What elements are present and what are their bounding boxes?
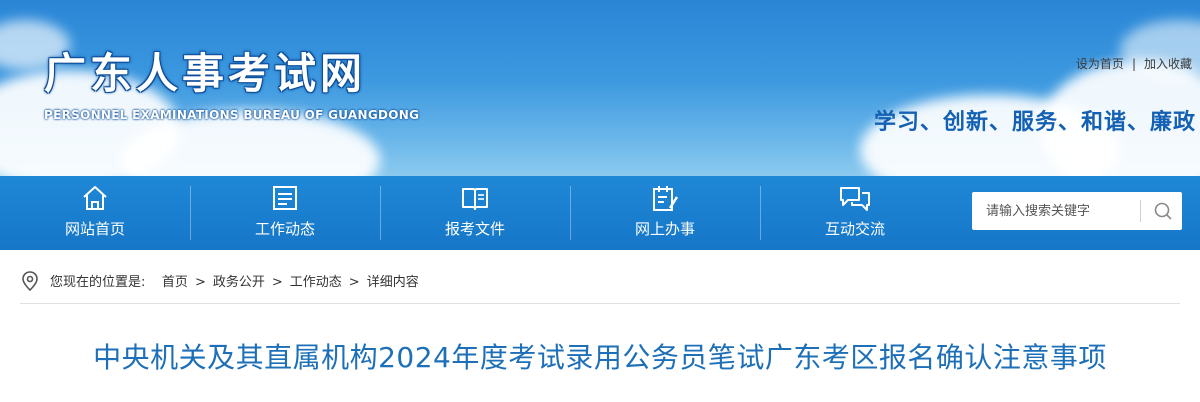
breadcrumb-item-home[interactable]: 首页 [162, 275, 188, 290]
breadcrumb-divider [20, 303, 1180, 304]
set-homepage-link[interactable]: 设为首页 [1076, 57, 1124, 71]
news-icon [273, 186, 297, 210]
nav-item-label: 网站首页 [64, 220, 125, 238]
nav-item-label: 互动交流 [824, 220, 885, 238]
nav-item-work-news[interactable]: 工作动态 [190, 176, 380, 250]
breadcrumb-item-current: 详细内容 [366, 275, 419, 290]
breadcrumb-separator: > [194, 275, 206, 290]
main-nav: 网站首页 工作动态 报考文件 网上办事 互动交流 请输入搜索关键字 [0, 176, 1200, 250]
breadcrumb-item-public-affairs[interactable]: 政务公开 [213, 275, 265, 290]
slogan: 学习、创新、服务、和谐、廉政 [873, 110, 1196, 135]
nav-item-label: 网上办事 [634, 220, 695, 238]
add-favorite-link[interactable]: 加入收藏 [1144, 57, 1192, 71]
breadcrumb-prefix: 您现在的位置是: [50, 275, 146, 290]
search-button[interactable] [1144, 192, 1182, 230]
home-icon [83, 186, 107, 210]
nav-item-online-services[interactable]: 网上办事 [570, 176, 760, 250]
breadcrumb-separator: > [348, 275, 360, 290]
search-icon [1154, 202, 1172, 220]
search-input[interactable] [972, 192, 1146, 230]
header-banner: 广东人事考试网 PERSONNEL EXAMINATIONS BUREAU OF… [0, 0, 1200, 176]
nav-item-home[interactable]: 网站首页 [0, 176, 190, 250]
chat-icon [840, 187, 870, 211]
breadcrumb-item-work-news[interactable]: 工作动态 [290, 275, 342, 290]
top-links: 设为首页 | 加入收藏 [1076, 55, 1192, 72]
location-pin-icon [22, 271, 38, 292]
nav-item-label: 报考文件 [444, 220, 505, 238]
top-links-separator: | [1131, 57, 1136, 71]
breadcrumb-separator: > [271, 275, 283, 290]
breadcrumb-trail: 您现在的位置是: 首页 > 政务公开 > 工作动态 > 详细内容 [50, 271, 419, 290]
book-icon [462, 188, 488, 210]
site-title: 广东人事考试网 [44, 49, 367, 98]
search-divider [1140, 200, 1141, 222]
nav-item-exam-documents[interactable]: 报考文件 [380, 176, 570, 250]
edit-document-icon [653, 186, 679, 211]
nav-item-label: 工作动态 [254, 220, 315, 238]
search-box [972, 192, 1182, 230]
nav-item-interaction[interactable]: 互动交流 [760, 176, 950, 250]
site-subtitle: PERSONNEL EXAMINATIONS BUREAU OF GUANGDO… [44, 108, 420, 122]
article-title: 中央机关及其直属机构2024年度考试录用公务员笔试广东考区报名确认注意事项 [93, 341, 1107, 374]
